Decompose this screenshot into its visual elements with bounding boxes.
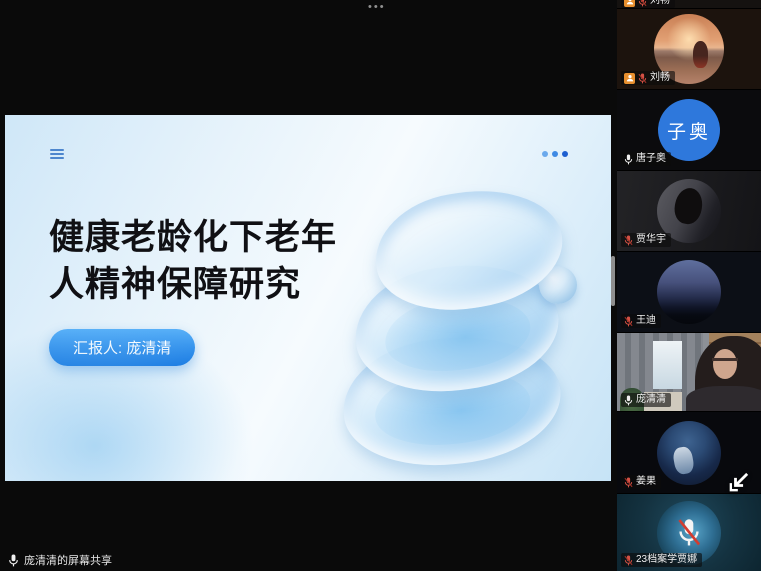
participant-tile-jianna[interactable]: 23档案学贾娜 <box>617 494 761 571</box>
host-badge-icon <box>624 0 635 7</box>
avatar <box>657 260 721 324</box>
screen-share-status-label: 庞清清的屏幕共享 <box>24 552 112 568</box>
presenter-badge: 汇报人: 庞清清 <box>49 329 195 366</box>
mic-muted-icon <box>638 73 647 84</box>
mic-muted-icon <box>624 555 633 566</box>
meeting-window: ••• 健康老龄化下老年 人精神保障研究 汇报人: 庞清清 <box>0 0 761 571</box>
slide-title-line2: 人精神保障研究 <box>49 261 337 308</box>
participant-name-label: 唐子奥 <box>621 152 671 166</box>
mic-icon <box>624 395 633 406</box>
participant-name: 23档案学贾娜 <box>636 554 697 566</box>
participant-tile-liuchang[interactable]: 刘畅 <box>617 9 761 89</box>
participant-tile-jiahuayu[interactable]: 贾华宇 <box>617 171 761 251</box>
participant-name: 刘畅 <box>650 72 670 84</box>
participant-name: 刘畅 <box>650 0 670 7</box>
muted-mic-overlay-icon <box>677 518 701 547</box>
mic-icon <box>624 154 633 165</box>
participant-tile-partial[interactable]: 刘畅 <box>617 0 761 8</box>
participant-tile-tangziao[interactable]: 子奥 唐子奥 <box>617 90 761 170</box>
slide-title-line1: 健康老龄化下老年 <box>49 214 337 261</box>
participant-name-label: 23档案学贾娜 <box>621 553 702 567</box>
participant-name-label: 姜果 <box>621 475 661 489</box>
mic-muted-icon <box>624 316 633 327</box>
mic-muted-icon <box>624 235 633 246</box>
participant-name: 唐子奥 <box>636 153 666 165</box>
slide-title: 健康老龄化下老年 人精神保障研究 <box>49 214 337 309</box>
participant-name-label: 庞清清 <box>621 393 671 407</box>
participant-name: 贾华宇 <box>636 234 666 246</box>
participant-name: 王迪 <box>636 315 656 327</box>
screen-share-stage[interactable]: ••• 健康老龄化下老年 人精神保障研究 汇报人: 庞清清 <box>0 0 617 571</box>
hamburger-menu-icon <box>50 149 64 160</box>
participant-tile-wangdi[interactable]: 王迪 <box>617 252 761 332</box>
shared-slide: 健康老龄化下老年 人精神保障研究 汇报人: 庞清清 <box>5 115 611 481</box>
participant-name: 庞清清 <box>636 394 666 406</box>
participant-sidebar: 刘畅 刘畅 子奥 <box>617 0 761 571</box>
mic-muted-icon <box>638 0 647 7</box>
drag-handle-dots-icon[interactable]: ••• <box>368 1 386 13</box>
mic-icon <box>8 554 19 567</box>
participant-name-label: 贾华宇 <box>621 233 671 247</box>
participant-name-label: 王迪 <box>621 314 661 328</box>
slide-ellipsis-icon <box>542 151 568 157</box>
glass-plates-illustration <box>333 170 579 466</box>
screen-share-status: 庞清清的屏幕共享 <box>8 552 112 568</box>
participant-name-label: 刘畅 <box>621 0 675 8</box>
participant-tile-pangqingqing-active[interactable]: 庞清清 <box>617 333 761 411</box>
popout-arrow-icon[interactable] <box>725 468 753 496</box>
participant-name-label: 刘畅 <box>621 71 675 85</box>
mic-muted-icon <box>624 477 633 488</box>
participant-name: 姜果 <box>636 476 656 488</box>
host-badge-icon <box>624 73 635 84</box>
avatar <box>657 421 721 485</box>
sidebar-scrollbar-thumb[interactable] <box>611 256 615 306</box>
